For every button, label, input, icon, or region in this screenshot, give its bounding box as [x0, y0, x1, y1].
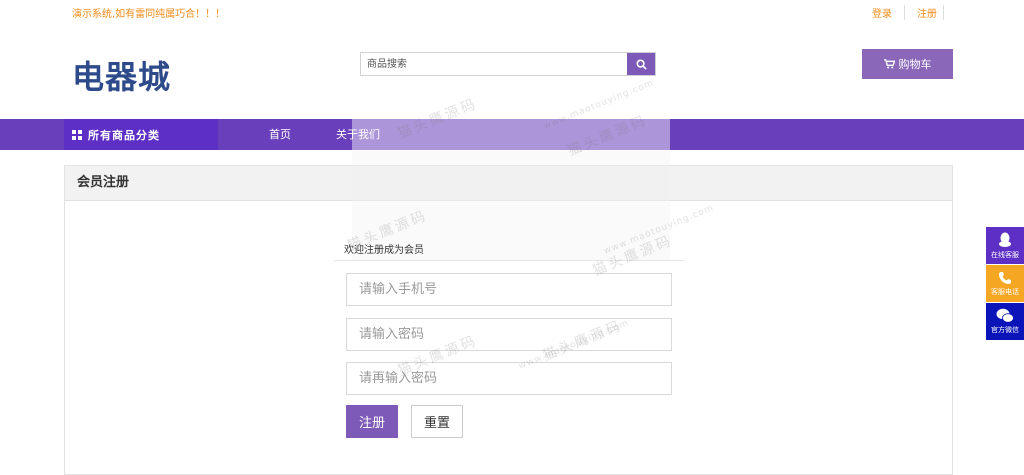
- nav-home[interactable]: 首页: [269, 119, 291, 150]
- side-label: 官方微信: [991, 326, 1019, 334]
- login-link[interactable]: 登录: [860, 5, 905, 20]
- phone-icon: [999, 271, 1011, 284]
- panel-title: 会员注册: [65, 166, 952, 201]
- search-icon: [635, 58, 647, 70]
- demo-notice: 演示系统,如有雷同纯属巧合！！！: [72, 9, 226, 20]
- side-wechat[interactable]: 官方微信: [986, 303, 1024, 340]
- register-link[interactable]: 注册: [905, 5, 944, 20]
- phone-field[interactable]: [346, 273, 672, 306]
- account-links: 登录 注册: [860, 5, 944, 20]
- confirm-password-field[interactable]: [346, 362, 672, 395]
- cart-label: 购物车: [898, 58, 932, 71]
- search-box: [360, 52, 656, 76]
- side-label: 客服电话: [991, 287, 1019, 296]
- divider: [334, 260, 684, 261]
- password-field[interactable]: [346, 318, 672, 351]
- site-logo[interactable]: 电器城: [72, 52, 171, 98]
- grid-icon: [72, 129, 82, 140]
- register-button[interactable]: 注册: [346, 405, 398, 438]
- category-label: 所有商品分类: [88, 128, 160, 142]
- top-bar: 演示系统,如有雷同纯属巧合！！！ 登录 注册: [0, 0, 1024, 24]
- side-online-service[interactable]: 在线客服: [986, 227, 1024, 264]
- category-menu[interactable]: 所有商品分类: [64, 119, 218, 150]
- side-label: 在线客服: [991, 250, 1019, 259]
- watermark-overlay: [352, 119, 670, 150]
- side-phone[interactable]: 客服电话: [986, 265, 1024, 302]
- cart-button[interactable]: 购物车: [862, 49, 953, 79]
- search-input[interactable]: [361, 53, 627, 75]
- reset-button[interactable]: 重置: [411, 405, 463, 438]
- search-button[interactable]: [627, 53, 655, 75]
- qq-icon: [999, 232, 1011, 247]
- wechat-icon: [996, 308, 1014, 323]
- welcome-text: 欢迎注册成为会员: [344, 245, 424, 256]
- cart-icon: [883, 59, 895, 69]
